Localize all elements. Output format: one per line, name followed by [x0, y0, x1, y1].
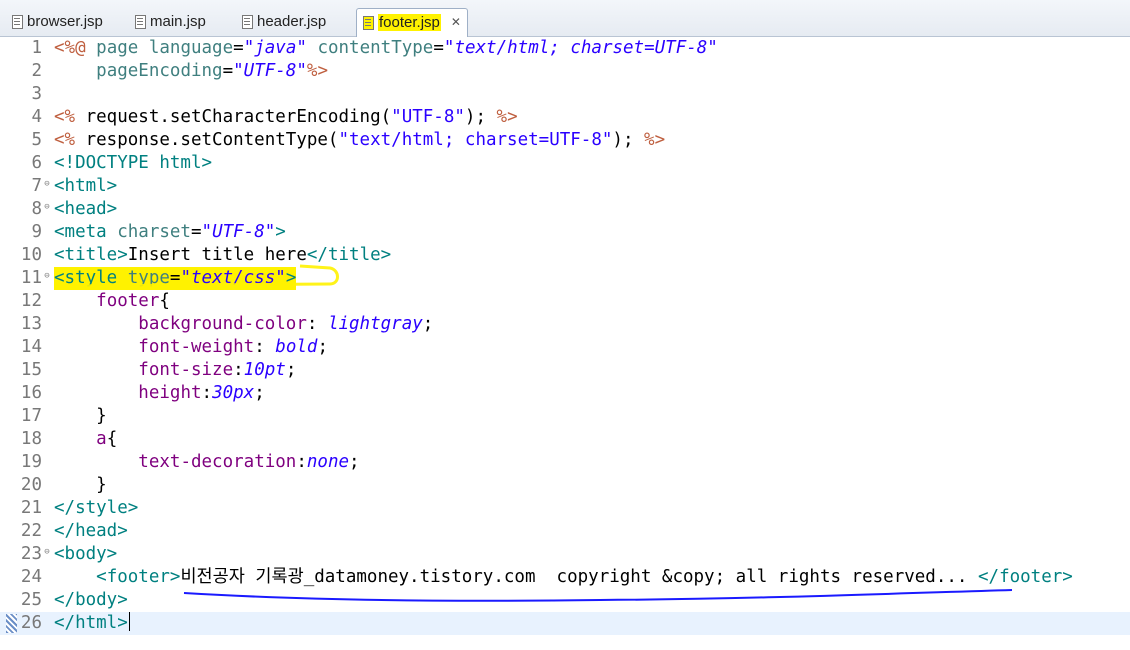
code-text: <title>Insert title here</title> [54, 245, 392, 265]
code-line[interactable]: 22 </head> [0, 520, 1130, 543]
code-line[interactable]: 2 pageEncoding="UTF-8"%> [0, 60, 1130, 83]
line-number: 11 [20, 268, 42, 288]
tab-header-jsp[interactable]: header.jsp [236, 8, 332, 36]
code-text: footer{ [96, 291, 170, 311]
jsp-file-icon [363, 16, 374, 30]
fold-toggle-icon[interactable]: ⊖ [42, 545, 52, 559]
line-number: 1 [31, 38, 42, 58]
code-line[interactable]: 18 a{ [0, 428, 1130, 451]
line-number: 15 [20, 360, 42, 380]
code-text: <% request.setCharacterEncoding("UTF-8")… [54, 107, 518, 127]
line-number: 8 [31, 199, 42, 219]
fold-toggle-icon[interactable]: ⊖ [42, 200, 52, 214]
tab-main-jsp[interactable]: main.jsp [129, 8, 212, 36]
line-number: 18 [20, 429, 42, 449]
code-text: </head> [54, 521, 128, 541]
line-number: 13 [20, 314, 42, 334]
text-caret [128, 612, 131, 631]
code-line[interactable]: 25 </body> [0, 589, 1130, 612]
code-text: <style type="text/css"> [54, 267, 297, 290]
line-number: 5 [31, 130, 42, 150]
jsp-file-icon [12, 15, 23, 29]
line-number: 9 [31, 222, 42, 242]
code-line[interactable]: 24 <footer>비전공자 기록광_datamoney.tistory.co… [0, 566, 1130, 589]
fold-toggle-icon[interactable]: ⊖ [42, 177, 52, 191]
code-text: <head> [54, 199, 118, 219]
code-text: <!DOCTYPE html> [54, 153, 213, 173]
code-text: <%@ page language="java" contentType="te… [54, 38, 718, 58]
code-text: a{ [96, 429, 118, 449]
line-number: 12 [20, 291, 42, 311]
code-text: font-size:10pt; [138, 360, 297, 380]
line-number: 20 [20, 475, 42, 495]
line-number: 17 [20, 406, 42, 426]
line-number: 23 [20, 544, 42, 564]
code-text: <html> [54, 176, 118, 196]
editor-tab-bar: browser.jsp main.jsp header.jsp footer.j… [0, 0, 1130, 37]
line-number: 7 [31, 176, 42, 196]
jsp-file-icon [242, 15, 253, 29]
code-line[interactable]: 13 background-color: lightgray; [0, 313, 1130, 336]
code-line[interactable]: 11 ⊖ <style type="text/css"> [0, 267, 1130, 290]
tab-label: main.jsp [150, 13, 206, 30]
code-line[interactable]: 16 height:30px; [0, 382, 1130, 405]
code-text: } [54, 406, 107, 426]
code-text: <meta charset="UTF-8"> [54, 222, 286, 242]
code-line[interactable]: 6 <!DOCTYPE html> [0, 152, 1130, 175]
code-line[interactable]: 15 font-size:10pt; [0, 359, 1130, 382]
line-number: 16 [20, 383, 42, 403]
code-text: background-color: lightgray; [138, 314, 434, 334]
code-line[interactable]: 8 ⊖ <head> [0, 198, 1130, 221]
code-line[interactable]: 19 text-decoration:none; [0, 451, 1130, 474]
code-line[interactable]: 12 footer{ [0, 290, 1130, 313]
code-text: <footer>비전공자 기록광_datamoney.tistory.com c… [96, 567, 1073, 587]
tab-browser-jsp[interactable]: browser.jsp [6, 8, 109, 36]
code-text: <% response.setContentType("text/html; c… [54, 130, 666, 150]
code-text: </html> [54, 612, 131, 635]
line-number: 4 [31, 107, 42, 127]
bookmark-marker-icon [6, 614, 17, 633]
tab-footer-jsp[interactable]: footer.jsp ✕ [356, 8, 468, 37]
close-icon[interactable]: ✕ [451, 15, 461, 29]
code-line[interactable]: 14 font-weight: bold; [0, 336, 1130, 359]
code-line[interactable]: 10 <title>Insert title here</title> [0, 244, 1130, 267]
code-line[interactable]: 17 } [0, 405, 1130, 428]
code-line[interactable]: 9 <meta charset="UTF-8"> [0, 221, 1130, 244]
line-number: 2 [31, 61, 42, 81]
fold-toggle-icon[interactable]: ⊖ [42, 269, 52, 283]
line-number: 21 [20, 498, 42, 518]
code-text: pageEncoding="UTF-8"%> [96, 61, 328, 81]
code-text: <body> [54, 544, 118, 564]
line-number: 14 [20, 337, 42, 357]
line-number: 19 [20, 452, 42, 472]
line-number: 3 [31, 84, 42, 104]
code-text: text-decoration:none; [138, 452, 360, 472]
line-number: 10 [20, 245, 42, 265]
code-line[interactable]: 26 </html> [0, 612, 1130, 635]
code-line[interactable]: 1 <%@ page language="java" contentType="t… [0, 37, 1130, 60]
code-line[interactable]: 21 </style> [0, 497, 1130, 520]
code-line[interactable]: 5 <% response.setContentType("text/html; … [0, 129, 1130, 152]
tab-label: header.jsp [257, 13, 327, 30]
line-number: 25 [20, 590, 42, 610]
jsp-file-icon [135, 15, 146, 29]
code-text: height:30px; [138, 383, 265, 403]
line-number: 24 [20, 567, 42, 587]
code-text: </body> [54, 590, 128, 610]
code-text: } [54, 475, 107, 495]
line-number: 6 [31, 153, 42, 173]
code-line[interactable]: 4 <% request.setCharacterEncoding("UTF-8"… [0, 106, 1130, 129]
code-line[interactable]: 20 } [0, 474, 1130, 497]
tab-label: browser.jsp [27, 13, 103, 30]
code-text: font-weight: bold; [138, 337, 328, 357]
line-number: 22 [20, 521, 42, 541]
code-line[interactable]: 23 ⊖ <body> [0, 543, 1130, 566]
code-line[interactable]: 3 [0, 83, 1130, 106]
code-text: </style> [54, 498, 139, 518]
code-line[interactable]: 7 ⊖ <html> [0, 175, 1130, 198]
tab-label: footer.jsp [378, 14, 441, 31]
